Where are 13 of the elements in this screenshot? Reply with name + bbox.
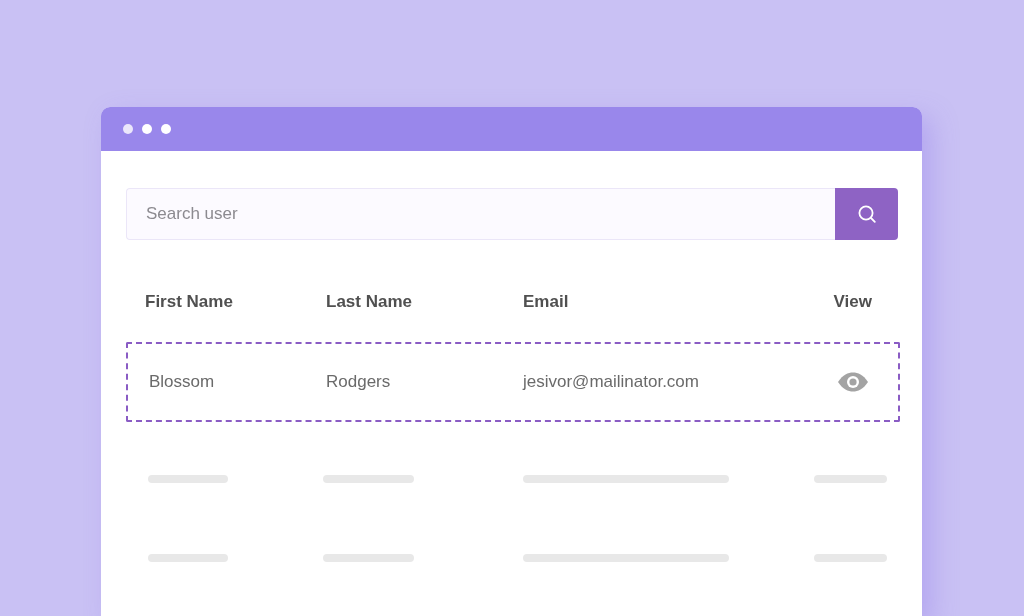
- column-header: Email: [523, 292, 569, 312]
- table-row[interactable]: Blossom Rodgers jesivor@mailinator.com: [126, 342, 900, 422]
- search-icon: [857, 205, 876, 223]
- table-cell: Rodgers: [326, 372, 391, 392]
- window-dots-icon: [123, 124, 171, 134]
- search-field[interactable]: Search user: [126, 188, 835, 240]
- column-header: View: [833, 292, 872, 312]
- column-header: Last Name: [326, 292, 412, 312]
- column-header: First Name: [145, 292, 233, 312]
- table-cell: jesivor@mailinator.com: [523, 372, 699, 392]
- table-cell: Blossom: [149, 372, 215, 392]
- eye-icon[interactable]: [837, 372, 869, 392]
- search-button[interactable]: [835, 188, 898, 240]
